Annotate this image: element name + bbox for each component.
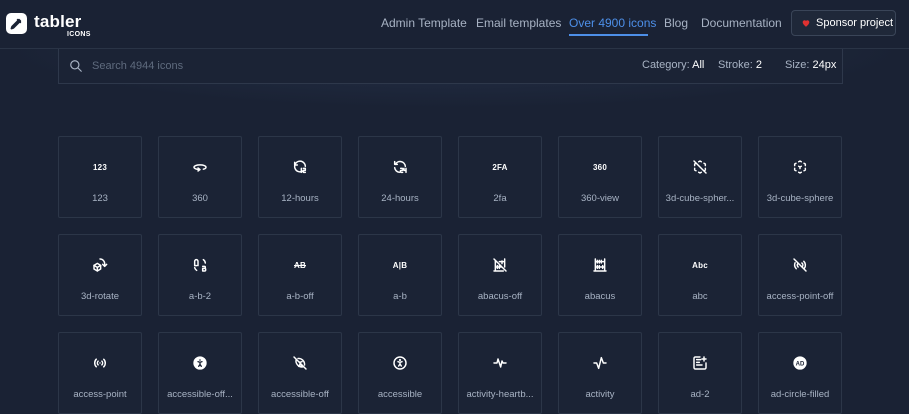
active-tab-indicator (569, 34, 648, 36)
nav-email-templates[interactable]: Email templates (476, 16, 561, 30)
icon-card[interactable]: a-b-2 (158, 234, 242, 316)
a-b-2-icon (193, 258, 207, 272)
icon-name: ad-circle-filled (770, 389, 830, 400)
icon-name: accessible-off... (167, 389, 233, 400)
2fa-icon: 2FA (492, 162, 508, 172)
a-b-off-icon: AB (294, 260, 306, 270)
activity-icon (593, 356, 607, 370)
search-icon (70, 60, 82, 72)
3d-cube-sphere-icon (793, 160, 807, 174)
tabler-logo[interactable]: tabler ICONS (6, 12, 96, 42)
icon-name: ad-2 (690, 389, 710, 400)
icon-name: 360-view (580, 193, 620, 204)
icon-card[interactable]: abacus-off (458, 234, 542, 316)
icon-card[interactable]: accessible-off (258, 332, 342, 414)
icon-card[interactable]: 2FA 2fa (458, 136, 542, 218)
icon-card[interactable]: Abc abc (658, 234, 742, 316)
icon-name: 123 (92, 193, 108, 204)
sponsor-button[interactable]: Sponsor project (791, 10, 896, 36)
icon-name: a-b (393, 291, 407, 302)
icon-card[interactable]: 3d-rotate (58, 234, 142, 316)
heart-icon (802, 20, 810, 27)
icon-name: a-b-2 (188, 291, 212, 302)
icon-name: 360 (192, 193, 208, 204)
a-b-icon: A|B (392, 260, 408, 270)
stroke-value: 2 (755, 59, 763, 71)
icon-card[interactable]: accessible (358, 332, 442, 414)
icon-name: accessible (377, 389, 423, 400)
icon-name: accessible-off (271, 389, 329, 400)
svg-text:AD: AD (796, 361, 805, 367)
abc-icon: Abc (692, 260, 708, 270)
icon-card[interactable]: accessible-off... (158, 332, 242, 414)
icon-name: access-point (73, 389, 127, 400)
icon-name: 2fa (493, 193, 507, 204)
brand-sub: ICONS (67, 31, 91, 38)
360-icon (193, 164, 207, 172)
12-hours-icon (293, 160, 307, 174)
icon-card[interactable]: 360 360-view (558, 136, 642, 218)
icon-card[interactable]: 24-hours (358, 136, 442, 218)
icon-name: activity-heartb... (466, 389, 534, 400)
icon-card[interactable]: access-point-off (758, 234, 842, 316)
icon-card[interactable]: 3d-cube-spher... (658, 136, 742, 218)
accessible-off-icon (293, 356, 307, 370)
icon-card[interactable]: activity-heartb... (458, 332, 542, 414)
icon-name: activity (585, 389, 615, 400)
icon-card[interactable]: 3d-cube-sphere (758, 136, 842, 218)
brand-name: tabler (34, 12, 82, 31)
nav-icons[interactable]: Over 4900 icons (569, 16, 656, 30)
icon-card[interactable]: AB a-b-off (258, 234, 342, 316)
size-filter[interactable]: Size: 24px (785, 59, 836, 71)
icon-name: 3d-rotate (80, 291, 120, 302)
icon-name: abc (692, 291, 708, 302)
ad-2-icon (693, 356, 707, 370)
icon-card[interactable]: access-point (58, 332, 142, 414)
pen-logo-icon (6, 13, 27, 34)
ad-circle-filled-icon: AD (793, 356, 807, 370)
3d-cube-sphere-off-icon (693, 160, 707, 174)
3d-rotate-icon (93, 258, 108, 272)
icon-card[interactable]: 123 123 (58, 136, 142, 218)
icon-card[interactable]: A|B a-b (358, 234, 442, 316)
icon-name: 24-hours (381, 193, 419, 204)
search-input[interactable] (92, 57, 492, 75)
icon-name: abacus-off (477, 291, 523, 302)
size-label: Size: (785, 59, 810, 71)
sponsor-label: Sponsor project (816, 17, 894, 29)
icon-name: 3d-cube-spher... (665, 193, 735, 204)
size-value: 24px (812, 59, 837, 71)
category-value: All (692, 59, 705, 71)
123-icon: 123 (93, 162, 107, 172)
accessible-filled-icon (193, 356, 207, 370)
accessible-icon (393, 356, 407, 370)
stroke-filter[interactable]: Stroke: 2 (718, 59, 762, 71)
nav-admin-template[interactable]: Admin Template (381, 16, 467, 30)
access-point-icon (94, 358, 106, 368)
access-point-off-icon (793, 258, 807, 272)
activity-heartbeat-icon (493, 358, 507, 368)
category-filter[interactable]: Category: All (642, 59, 704, 71)
icon-card[interactable]: 12-hours (258, 136, 342, 218)
360-view-icon: 360 (593, 162, 607, 172)
nav-documentation[interactable]: Documentation (701, 16, 782, 30)
icon-card[interactable]: activity (558, 332, 642, 414)
icon-card[interactable]: 360 (158, 136, 242, 218)
icon-card[interactable]: ad-2 (658, 332, 742, 414)
icon-card[interactable]: AD ad-circle-filled (758, 332, 842, 414)
abacus-icon (593, 258, 607, 272)
category-label: Category: (642, 59, 690, 71)
nav-blog[interactable]: Blog (664, 16, 688, 30)
icon-name: abacus (584, 291, 616, 302)
search-bar: Category: All Stroke: 2 Size: 24px (58, 49, 843, 84)
icon-name: 3d-cube-sphere (766, 193, 834, 204)
icon-name: a-b-off (286, 291, 314, 302)
icon-name: 12-hours (281, 193, 319, 204)
icon-card[interactable]: abacus (558, 234, 642, 316)
top-header: tabler ICONS Admin Template Email templa… (0, 0, 909, 49)
stroke-label: Stroke: (718, 59, 753, 71)
abacus-off-icon (493, 258, 507, 272)
icon-name: access-point-off (766, 291, 834, 302)
24-hours-icon (393, 160, 407, 174)
